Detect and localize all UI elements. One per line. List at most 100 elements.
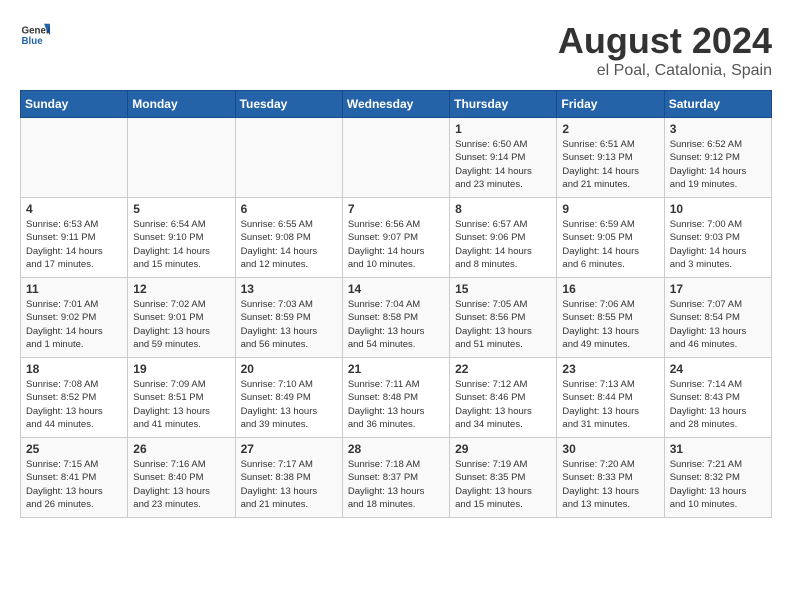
calendar-cell: 9 Sunrise: 6:59 AM Sunset: 9:05 PM Daylig…	[557, 198, 664, 278]
day-info: Sunrise: 7:11 AM Sunset: 8:48 PM Dayligh…	[348, 378, 444, 431]
day-info: Sunrise: 7:14 AM Sunset: 8:43 PM Dayligh…	[670, 378, 766, 431]
week-row-4: 18 Sunrise: 7:08 AM Sunset: 8:52 PM Dayli…	[21, 358, 772, 438]
header-day-wednesday: Wednesday	[342, 91, 449, 118]
day-number: 26	[133, 442, 229, 456]
header-day-thursday: Thursday	[450, 91, 557, 118]
calendar-cell: 15 Sunrise: 7:05 AM Sunset: 8:56 PM Dayli…	[450, 278, 557, 358]
calendar-cell: 26 Sunrise: 7:16 AM Sunset: 8:40 PM Dayli…	[128, 438, 235, 518]
title-area: August 2024 el Poal, Catalonia, Spain	[558, 20, 772, 80]
calendar-header: SundayMondayTuesdayWednesdayThursdayFrid…	[21, 91, 772, 118]
day-info: Sunrise: 6:50 AM Sunset: 9:14 PM Dayligh…	[455, 138, 551, 191]
day-number: 28	[348, 442, 444, 456]
day-number: 23	[562, 362, 658, 376]
day-info: Sunrise: 6:52 AM Sunset: 9:12 PM Dayligh…	[670, 138, 766, 191]
day-info: Sunrise: 7:04 AM Sunset: 8:58 PM Dayligh…	[348, 298, 444, 351]
day-info: Sunrise: 7:07 AM Sunset: 8:54 PM Dayligh…	[670, 298, 766, 351]
calendar-cell: 31 Sunrise: 7:21 AM Sunset: 8:32 PM Dayli…	[664, 438, 771, 518]
header-day-monday: Monday	[128, 91, 235, 118]
header-day-tuesday: Tuesday	[235, 91, 342, 118]
day-number: 4	[26, 202, 122, 216]
calendar-cell: 28Sunrise: 7:18 AM Sunset: 8:37 PM Dayli…	[342, 438, 449, 518]
day-number: 19	[133, 362, 229, 376]
day-info: Sunrise: 7:16 AM Sunset: 8:40 PM Dayligh…	[133, 458, 229, 511]
day-number: 7	[348, 202, 444, 216]
calendar-table: SundayMondayTuesdayWednesdayThursdayFrid…	[20, 90, 772, 518]
calendar-cell: 13 Sunrise: 7:03 AM Sunset: 8:59 PM Dayli…	[235, 278, 342, 358]
logo: General Blue	[20, 20, 50, 50]
week-row-1: 1 Sunrise: 6:50 AM Sunset: 9:14 PM Daylig…	[21, 118, 772, 198]
logo-icon: General Blue	[20, 20, 50, 50]
calendar-cell: 21 Sunrise: 7:11 AM Sunset: 8:48 PM Dayli…	[342, 358, 449, 438]
day-number: 6	[241, 202, 337, 216]
day-info: Sunrise: 7:03 AM Sunset: 8:59 PM Dayligh…	[241, 298, 337, 351]
day-number: 12	[133, 282, 229, 296]
header-day-sunday: Sunday	[21, 91, 128, 118]
day-number: 21	[348, 362, 444, 376]
day-number: 14	[348, 282, 444, 296]
day-number: 20	[241, 362, 337, 376]
calendar-cell: 23 Sunrise: 7:13 AM Sunset: 8:44 PM Dayli…	[557, 358, 664, 438]
day-info: Sunrise: 7:01 AM Sunset: 9:02 PM Dayligh…	[26, 298, 122, 351]
day-info: Sunrise: 7:12 AM Sunset: 8:46 PM Dayligh…	[455, 378, 551, 431]
day-info: Sunrise: 6:57 AM Sunset: 9:06 PM Dayligh…	[455, 218, 551, 271]
day-info: Sunrise: 7:17 AM Sunset: 8:38 PM Dayligh…	[241, 458, 337, 511]
calendar-cell: 27Sunrise: 7:17 AM Sunset: 8:38 PM Dayli…	[235, 438, 342, 518]
calendar-cell: 24Sunrise: 7:14 AM Sunset: 8:43 PM Dayli…	[664, 358, 771, 438]
calendar-cell: 11 Sunrise: 7:01 AM Sunset: 9:02 PM Dayli…	[21, 278, 128, 358]
week-row-5: 25Sunrise: 7:15 AM Sunset: 8:41 PM Dayli…	[21, 438, 772, 518]
day-info: Sunrise: 6:56 AM Sunset: 9:07 PM Dayligh…	[348, 218, 444, 271]
day-info: Sunrise: 7:19 AM Sunset: 8:35 PM Dayligh…	[455, 458, 551, 511]
day-number: 29	[455, 442, 551, 456]
day-info: Sunrise: 6:59 AM Sunset: 9:05 PM Dayligh…	[562, 218, 658, 271]
day-info: Sunrise: 7:00 AM Sunset: 9:03 PM Dayligh…	[670, 218, 766, 271]
calendar-cell: 16Sunrise: 7:06 AM Sunset: 8:55 PM Dayli…	[557, 278, 664, 358]
day-info: Sunrise: 7:20 AM Sunset: 8:33 PM Dayligh…	[562, 458, 658, 511]
header-row: SundayMondayTuesdayWednesdayThursdayFrid…	[21, 91, 772, 118]
calendar-cell	[21, 118, 128, 198]
day-info: Sunrise: 7:08 AM Sunset: 8:52 PM Dayligh…	[26, 378, 122, 431]
page-subtitle: el Poal, Catalonia, Spain	[558, 62, 772, 80]
page-title: August 2024	[558, 20, 772, 62]
calendar-cell: 2Sunrise: 6:51 AM Sunset: 9:13 PM Daylig…	[557, 118, 664, 198]
day-number: 15	[455, 282, 551, 296]
calendar-cell: 1 Sunrise: 6:50 AM Sunset: 9:14 PM Daylig…	[450, 118, 557, 198]
day-info: Sunrise: 7:21 AM Sunset: 8:32 PM Dayligh…	[670, 458, 766, 511]
calendar-cell: 25Sunrise: 7:15 AM Sunset: 8:41 PM Dayli…	[21, 438, 128, 518]
calendar-cell: 29 Sunrise: 7:19 AM Sunset: 8:35 PM Dayli…	[450, 438, 557, 518]
header-day-friday: Friday	[557, 91, 664, 118]
day-number: 31	[670, 442, 766, 456]
day-info: Sunrise: 6:55 AM Sunset: 9:08 PM Dayligh…	[241, 218, 337, 271]
day-info: Sunrise: 6:53 AM Sunset: 9:11 PM Dayligh…	[26, 218, 122, 271]
calendar-cell: 5Sunrise: 6:54 AM Sunset: 9:10 PM Daylig…	[128, 198, 235, 278]
calendar-cell: 8Sunrise: 6:57 AM Sunset: 9:06 PM Daylig…	[450, 198, 557, 278]
calendar-cell: 20Sunrise: 7:10 AM Sunset: 8:49 PM Dayli…	[235, 358, 342, 438]
day-number: 9	[562, 202, 658, 216]
calendar-cell	[342, 118, 449, 198]
day-number: 11	[26, 282, 122, 296]
day-number: 10	[670, 202, 766, 216]
calendar-cell	[128, 118, 235, 198]
calendar-cell: 6 Sunrise: 6:55 AM Sunset: 9:08 PM Daylig…	[235, 198, 342, 278]
day-number: 17	[670, 282, 766, 296]
calendar-cell: 30 Sunrise: 7:20 AM Sunset: 8:33 PM Dayli…	[557, 438, 664, 518]
calendar-cell: 12Sunrise: 7:02 AM Sunset: 9:01 PM Dayli…	[128, 278, 235, 358]
svg-text:Blue: Blue	[22, 36, 44, 47]
day-number: 1	[455, 122, 551, 136]
week-row-2: 4 Sunrise: 6:53 AM Sunset: 9:11 PM Daylig…	[21, 198, 772, 278]
header-day-saturday: Saturday	[664, 91, 771, 118]
day-info: Sunrise: 7:13 AM Sunset: 8:44 PM Dayligh…	[562, 378, 658, 431]
day-info: Sunrise: 7:05 AM Sunset: 8:56 PM Dayligh…	[455, 298, 551, 351]
calendar-cell: 14 Sunrise: 7:04 AM Sunset: 8:58 PM Dayli…	[342, 278, 449, 358]
calendar-cell: 17 Sunrise: 7:07 AM Sunset: 8:54 PM Dayli…	[664, 278, 771, 358]
day-number: 13	[241, 282, 337, 296]
day-number: 22	[455, 362, 551, 376]
day-number: 25	[26, 442, 122, 456]
day-number: 30	[562, 442, 658, 456]
page-header: General Blue August 2024 el Poal, Catalo…	[20, 20, 772, 80]
day-number: 16	[562, 282, 658, 296]
week-row-3: 11 Sunrise: 7:01 AM Sunset: 9:02 PM Dayli…	[21, 278, 772, 358]
day-number: 18	[26, 362, 122, 376]
calendar-cell: 18 Sunrise: 7:08 AM Sunset: 8:52 PM Dayli…	[21, 358, 128, 438]
calendar-body: 1 Sunrise: 6:50 AM Sunset: 9:14 PM Daylig…	[21, 118, 772, 518]
calendar-cell	[235, 118, 342, 198]
